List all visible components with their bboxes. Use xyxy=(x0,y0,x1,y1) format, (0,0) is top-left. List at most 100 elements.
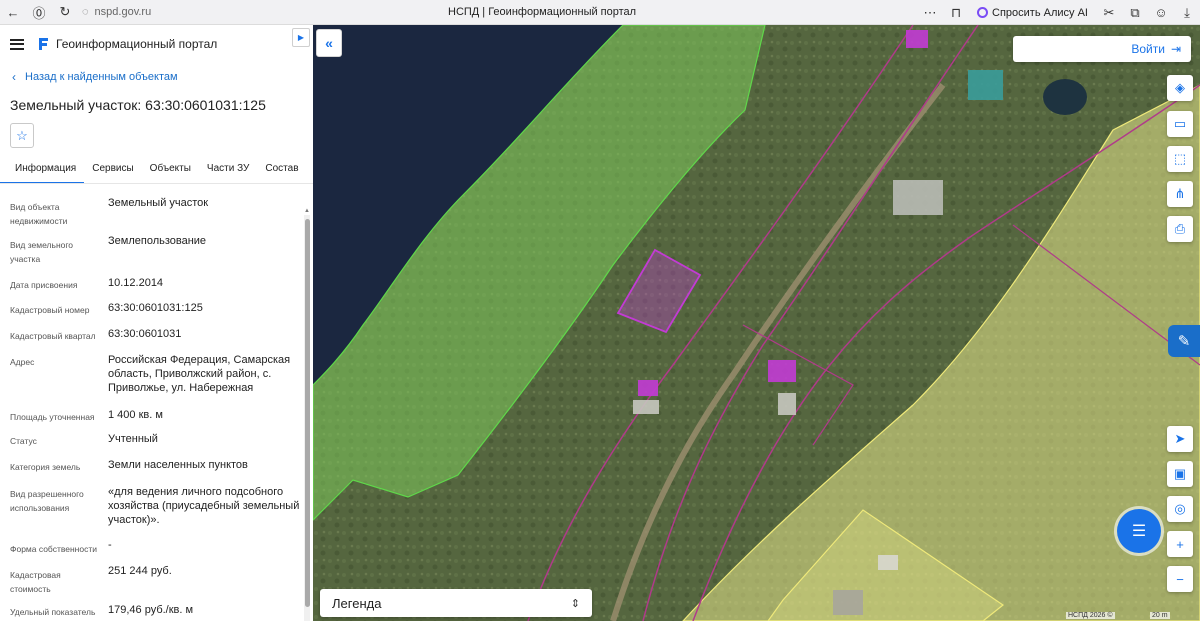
select-area-button[interactable]: ⬚ xyxy=(1167,146,1193,172)
satellite-map[interactable] xyxy=(313,25,1200,621)
browser-toolbar: ← ⓪ ↻ ◌ nspd.gov.ru НСПД | Геоинформацио… xyxy=(0,0,1200,25)
building xyxy=(968,70,1003,100)
attribute-value: Землепользование xyxy=(108,235,207,247)
attribute-label: Категория земель xyxy=(10,462,81,472)
download-icon[interactable]: ⤓ xyxy=(1174,0,1200,25)
tabs-next-button[interactable]: ▶ xyxy=(292,28,310,47)
alice-label: Спросить Алису AI xyxy=(992,6,1088,19)
attribute-label: Адрес xyxy=(10,357,35,367)
map-scale: 20 m xyxy=(1150,612,1170,619)
map-canvas[interactable] xyxy=(313,25,1200,621)
expand-icon: ⇕ xyxy=(570,597,580,610)
attribute-label: Площадь уточненная xyxy=(10,412,95,422)
back-to-results-link[interactable]: ‹ Назад к найденным объектам xyxy=(0,70,313,84)
collapse-panel-button[interactable]: « xyxy=(316,29,342,57)
object-title: Земельный участок: 63:30:0601031:125 xyxy=(10,97,266,113)
more-icon[interactable]: ⋯ xyxy=(917,0,943,25)
map-attribution: НСПД 2026 © xyxy=(1066,612,1115,619)
legend-label: Легенда xyxy=(332,595,382,611)
building xyxy=(833,590,863,615)
login-icon: ⇥ xyxy=(1170,42,1181,56)
tab-parts[interactable]: Части ЗУ xyxy=(199,158,257,184)
address-bar[interactable]: ◌ nspd.gov.ru xyxy=(82,6,151,18)
building xyxy=(878,555,898,570)
attribute-value: 1 400 кв. м xyxy=(108,409,163,421)
building xyxy=(778,393,796,415)
bookmark-icon[interactable]: ⊓ xyxy=(943,0,969,25)
share-icon: ⋔ xyxy=(1174,186,1186,201)
object-tabs: Информация Сервисы Объекты Части ЗУ Сост… xyxy=(0,158,313,184)
tab-title: НСПД | Геоинформационный портал xyxy=(448,6,637,18)
basemap-button[interactable]: ▣ xyxy=(1167,461,1193,487)
scroll-up-icon[interactable]: ▲ xyxy=(304,208,310,214)
back-link-label: Назад к найденным объектам xyxy=(25,71,178,83)
attribute-value: Земельный участок xyxy=(108,197,209,209)
menu-icon[interactable] xyxy=(10,38,24,50)
attribute-label: Статус xyxy=(10,436,37,446)
zoom-out-icon: − xyxy=(1176,571,1184,587)
geolocation-icon: ◎ xyxy=(1174,501,1186,516)
tab-services[interactable]: Сервисы xyxy=(84,158,141,184)
feedback-icon: ✎ xyxy=(1177,333,1191,350)
tab-composition[interactable]: Состав xyxy=(257,158,306,184)
building xyxy=(906,30,928,48)
attribute-value: 10.12.2014 xyxy=(108,277,164,289)
feedback-badge[interactable]: ✎ xyxy=(1168,325,1200,357)
attribute-value: 179,46 руб./кв. м xyxy=(108,604,194,616)
locate-icon: ➤ xyxy=(1174,431,1186,446)
object-info-panel: Геоинформационный портал ‹ Назад к найде… xyxy=(0,25,313,621)
tools-icon[interactable]: ✂ xyxy=(1096,0,1122,25)
pond xyxy=(1043,79,1087,115)
login-button[interactable]: Войти ⇥ xyxy=(1013,36,1191,62)
attribute-label: Вид земельного участка xyxy=(10,240,74,264)
zoom-in-button[interactable]: + xyxy=(1167,531,1193,557)
extensions-icon[interactable]: ⧉ xyxy=(1122,0,1148,25)
attribute-value: Российская Федерация, Самарская область,… xyxy=(108,354,291,394)
building xyxy=(633,400,659,414)
attribute-value: 63:30:0601031 xyxy=(108,328,182,340)
chat-icon: ☰ xyxy=(1131,523,1147,540)
portal-logo-icon xyxy=(39,38,48,50)
ask-alice-button[interactable]: Спросить Алису AI xyxy=(969,7,1096,19)
attribute-value: Учтенный xyxy=(108,433,158,445)
double-chevron-left-icon: « xyxy=(325,35,333,51)
profile-icon[interactable]: ☺ xyxy=(1148,0,1174,25)
portal-title: Геоинформационный портал xyxy=(56,37,218,51)
reload-icon[interactable]: ↻ xyxy=(52,0,78,25)
ruler-icon: ▭ xyxy=(1173,116,1187,131)
attribute-label: Вид разрешенного использования xyxy=(10,489,84,513)
layers-icon: ◈ xyxy=(1175,80,1185,95)
legend-dropdown[interactable]: Легенда ⇕ xyxy=(320,589,592,617)
panel-scrollbar-thumb[interactable] xyxy=(305,219,310,607)
locate-button[interactable]: ➤ xyxy=(1167,426,1193,452)
building xyxy=(768,360,796,382)
chat-button[interactable]: ☰ xyxy=(1117,509,1161,553)
alice-icon xyxy=(977,7,989,18)
print-icon: ⎙ xyxy=(1174,221,1186,236)
attribute-value: 63:30:0601031:125 xyxy=(108,302,203,314)
building xyxy=(893,180,943,215)
attribute-value: 251 244 руб. xyxy=(108,565,172,577)
layers-button[interactable]: ◈ xyxy=(1167,75,1193,101)
favorite-button[interactable]: ☆ xyxy=(10,123,34,148)
back-arrow-icon[interactable]: ← xyxy=(0,0,26,25)
shield-icon: ◌ xyxy=(82,6,89,18)
chevron-right-icon: ▶ xyxy=(297,33,305,42)
print-button[interactable]: ⎙ xyxy=(1167,216,1193,242)
geolocation-button[interactable]: ◎ xyxy=(1167,496,1193,522)
attribute-value: Земли населенных пунктов xyxy=(108,459,248,471)
attribute-label: Дата присвоения xyxy=(10,280,78,290)
url-text: nspd.gov.ru xyxy=(94,6,152,18)
login-label: Войти xyxy=(1131,42,1165,56)
basemap-icon: ▣ xyxy=(1173,466,1187,481)
attribute-label: Форма собственности xyxy=(10,544,97,554)
tab-information[interactable]: Информация xyxy=(0,158,85,184)
zoom-out-button[interactable]: − xyxy=(1167,566,1193,592)
measure-button[interactable]: ▭ xyxy=(1167,111,1193,137)
yandex-icon[interactable]: ⓪ xyxy=(26,0,52,25)
attribute-label: Кадастровый квартал xyxy=(10,331,96,341)
tab-objects[interactable]: Объекты xyxy=(142,158,199,184)
building xyxy=(638,380,658,396)
share-button[interactable]: ⋔ xyxy=(1167,181,1193,207)
attribute-value: - xyxy=(108,539,112,551)
